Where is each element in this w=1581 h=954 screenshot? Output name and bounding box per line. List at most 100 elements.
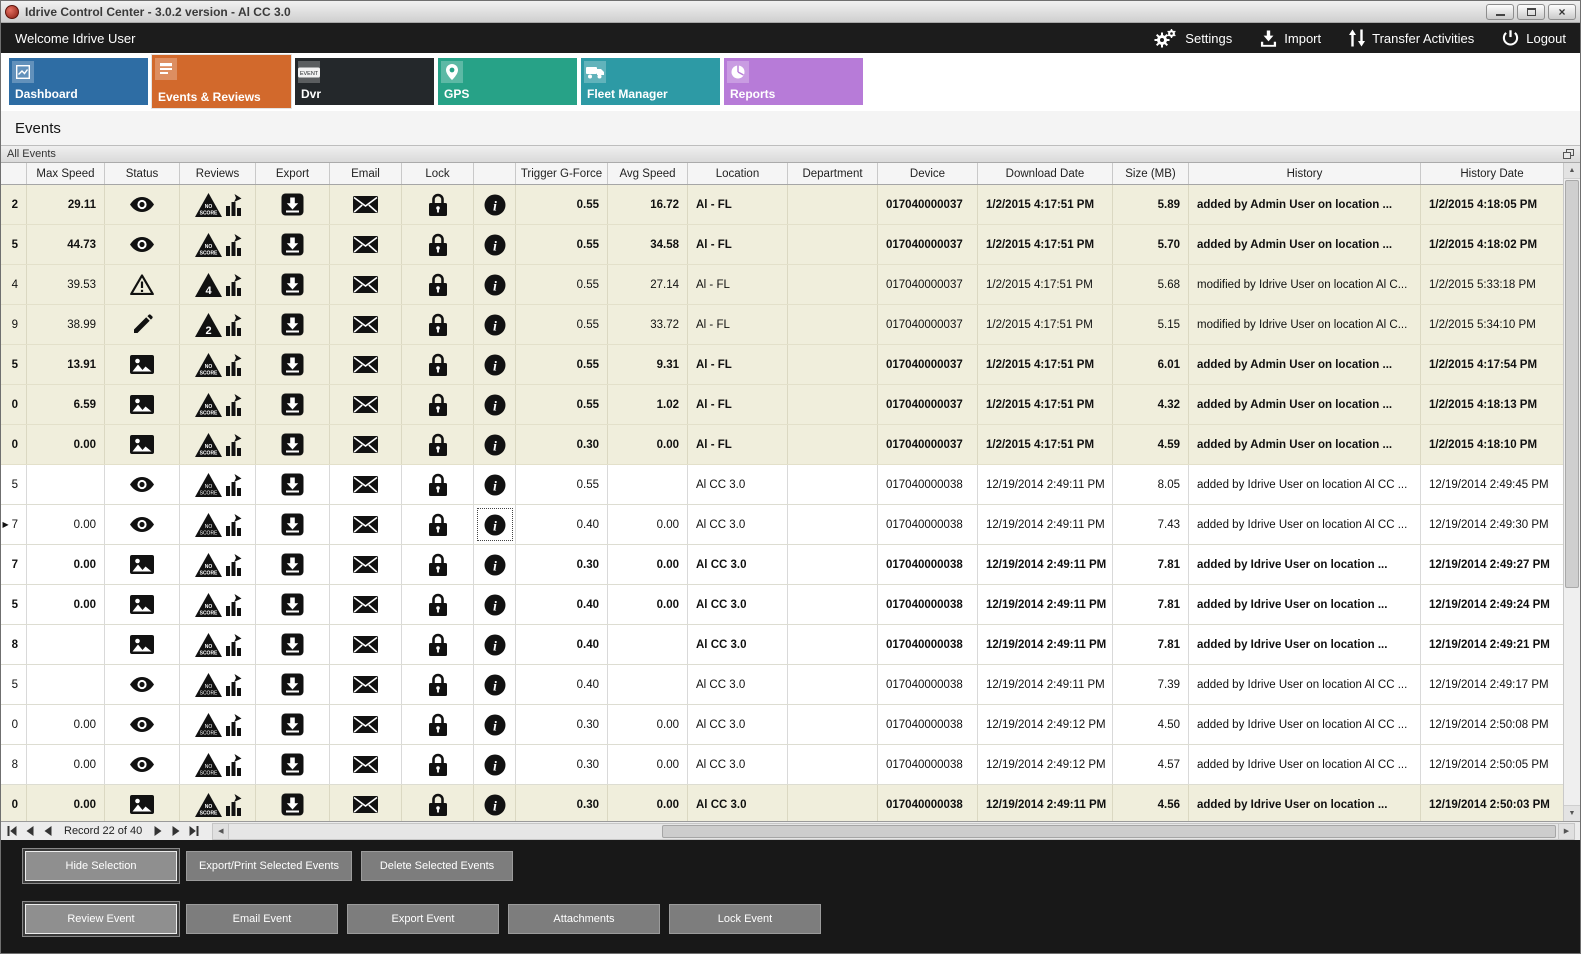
column-header-max_speed[interactable]: Max Speed [27,163,105,184]
table-row[interactable]: 5NOSCOREi0.40Al CC 3.001704000003812/19/… [1,665,1563,705]
review-score-icon[interactable]: NOSCORE [194,672,223,698]
lock-icon[interactable] [429,233,447,257]
tab-dashboard[interactable]: Dashboard [9,58,148,105]
info-icon[interactable]: i [484,674,506,696]
column-header-avg[interactable]: Avg Speed [608,163,688,184]
review-score-icon[interactable]: NOSCORE [194,792,223,818]
vertical-scrollbar-thumb[interactable] [1565,180,1579,588]
email-icon[interactable] [353,236,378,253]
status-warning-icon[interactable] [130,274,154,295]
column-header-size[interactable]: Size (MB) [1113,163,1189,184]
settings-action[interactable]: Settings [1152,28,1232,48]
info-icon[interactable]: i [484,754,506,776]
review-chart-icon[interactable] [225,673,242,697]
column-header-info[interactable] [474,163,516,184]
email-icon[interactable] [353,356,378,373]
email-icon[interactable] [353,796,378,813]
email-icon[interactable] [353,396,378,413]
review-chart-icon[interactable] [225,593,242,617]
info-icon[interactable]: i [484,234,506,256]
delete-selected-events-button[interactable]: Delete Selected Events [361,851,513,881]
table-row[interactable]: 8NOSCOREi0.40Al CC 3.001704000003812/19/… [1,625,1563,665]
lock-icon[interactable] [429,513,447,537]
column-header-lock[interactable]: Lock [402,163,474,184]
export-print-selected-events-button[interactable]: Export/Print Selected Events [186,851,352,881]
lock-icon[interactable] [429,273,447,297]
export-icon[interactable] [281,433,304,456]
first-record-button[interactable] [4,824,20,839]
tab-fleet-manager[interactable]: Fleet Manager [581,58,720,105]
tab-gps[interactable]: GPS [438,58,577,105]
export-icon[interactable] [281,753,304,776]
lock-icon[interactable] [429,313,447,337]
status-pencil-icon[interactable] [132,314,153,335]
email-icon[interactable] [353,516,378,533]
info-icon[interactable]: i [484,354,506,376]
review-chart-icon[interactable] [225,513,242,537]
lock-icon[interactable] [429,393,447,417]
status-eye-icon[interactable] [130,757,154,772]
tab-reports[interactable]: Reports [724,58,863,105]
lock-icon[interactable] [429,553,447,577]
column-header-department[interactable]: Department [788,163,878,184]
status-eye-icon[interactable] [130,237,154,252]
tab-dvr[interactable]: EVENTDvr [295,58,434,105]
export-icon[interactable] [281,233,304,256]
export-icon[interactable] [281,713,304,736]
attachments-button[interactable]: Attachments [508,904,660,934]
export-icon[interactable] [281,793,304,816]
info-icon[interactable]: i [484,314,506,336]
info-icon[interactable]: i [484,714,506,736]
table-row[interactable]: 513.91NOSCOREi0.559.31Al - FL01704000003… [1,345,1563,385]
lock-icon[interactable] [429,433,447,457]
table-row[interactable]: 5NOSCOREi0.55Al CC 3.001704000003812/19/… [1,465,1563,505]
review-score-icon[interactable]: NOSCORE [194,472,223,498]
status-eye-icon[interactable] [130,677,154,692]
horizontal-scrollbar-thumb[interactable] [662,825,1556,838]
table-row[interactable]: 439.534i0.5527.14Al - FL0170400000371/2/… [1,265,1563,305]
review-chart-icon[interactable] [225,193,242,217]
table-row[interactable]: ▶70.00NOSCOREi0.400.00Al CC 3.0017040000… [1,505,1563,545]
column-header-status[interactable]: Status [105,163,180,184]
tab-events-reviews[interactable]: Events & Reviews [152,55,291,108]
status-image-icon[interactable] [130,795,154,814]
table-row[interactable]: 80.00NOSCOREi0.300.00Al CC 3.00170400000… [1,745,1563,785]
lock-icon[interactable] [429,713,447,737]
review-score-icon[interactable]: NOSCORE [194,712,223,738]
review-event-button[interactable]: Review Event [25,904,177,934]
table-row[interactable]: 544.73NOSCOREi0.5534.58Al - FL0170400000… [1,225,1563,265]
status-eye-icon[interactable] [130,517,154,532]
review-chart-icon[interactable] [225,393,242,417]
status-image-icon[interactable] [130,555,154,574]
review-chart-icon[interactable] [225,473,242,497]
status-eye-icon[interactable] [130,197,154,212]
minimize-button[interactable] [1486,4,1514,20]
scroll-up-icon[interactable]: ▲ [1564,163,1580,179]
table-row[interactable]: 50.00NOSCOREi0.400.00Al CC 3.00170400000… [1,585,1563,625]
export-icon[interactable] [281,313,304,336]
email-icon[interactable] [353,596,378,613]
review-score-icon[interactable]: NOSCORE [194,192,223,218]
email-icon[interactable] [353,436,378,453]
email-icon[interactable] [353,676,378,693]
status-image-icon[interactable] [130,435,154,454]
review-chart-icon[interactable] [225,633,242,657]
close-button[interactable]: × [1548,4,1576,20]
logout-action[interactable]: Logout [1502,29,1566,47]
transfer-activities-action[interactable]: Transfer Activities [1349,29,1474,47]
info-icon[interactable]: i [484,554,506,576]
review-chart-icon[interactable] [225,353,242,377]
lock-event-button[interactable]: Lock Event [669,904,821,934]
column-header-download[interactable]: Download Date [978,163,1113,184]
status-image-icon[interactable] [130,395,154,414]
status-eye-icon[interactable] [130,717,154,732]
review-score-icon[interactable]: 4 [194,272,223,298]
review-chart-icon[interactable] [225,713,242,737]
email-icon[interactable] [353,276,378,293]
review-chart-icon[interactable] [225,313,242,337]
column-header-export[interactable]: Export [256,163,330,184]
lock-icon[interactable] [429,673,447,697]
info-icon[interactable]: i [484,594,506,616]
review-chart-icon[interactable] [225,433,242,457]
column-header-location[interactable]: Location [688,163,788,184]
